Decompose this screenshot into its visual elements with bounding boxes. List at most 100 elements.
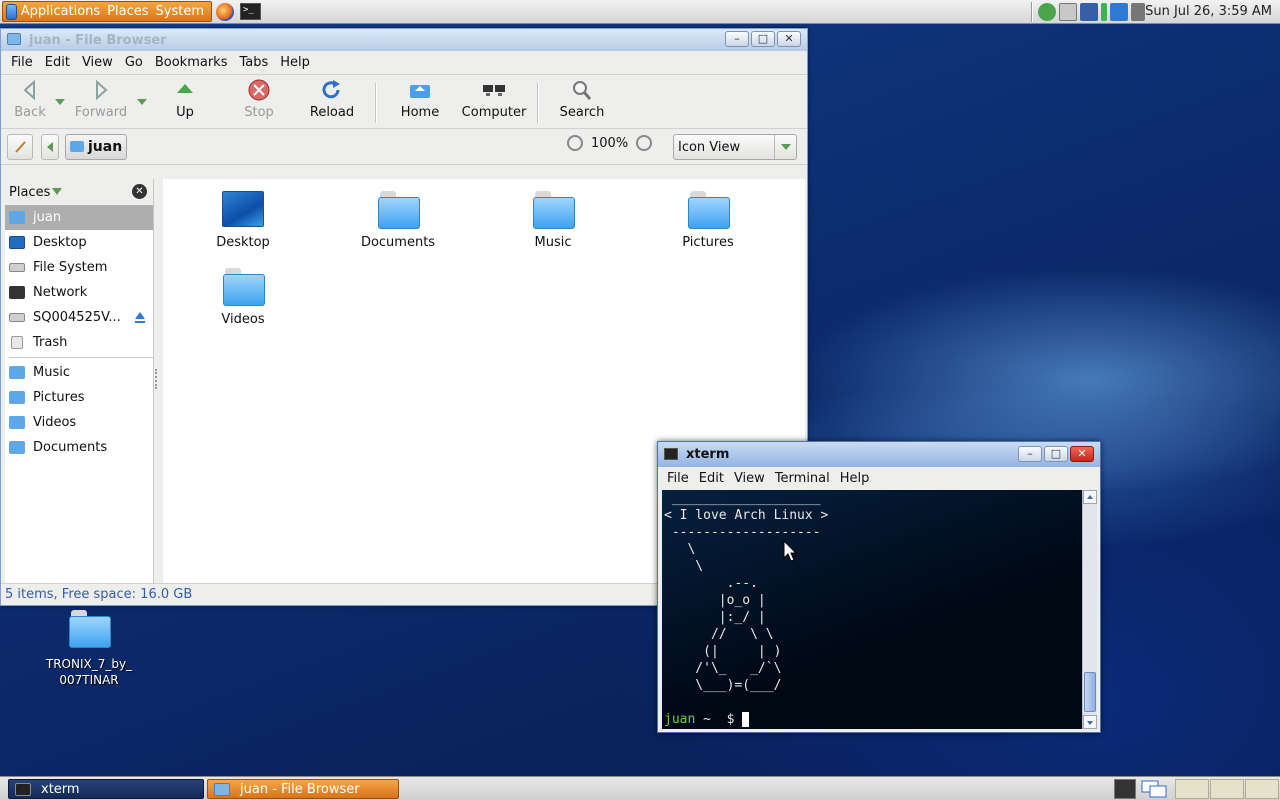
chevron-left-icon <box>47 141 53 152</box>
close-sidebar-icon[interactable]: ✕ <box>132 184 147 199</box>
applications-menu[interactable]: Applications <box>21 4 100 19</box>
zoom-in-icon[interactable] <box>636 135 653 151</box>
sidebar-header: Places ✕ <box>5 179 153 205</box>
file-item-music[interactable]: Music <box>493 191 613 250</box>
sidebar-item-pictures[interactable]: Pictures <box>5 385 153 410</box>
home-label: Home <box>400 105 440 120</box>
sidebar-title[interactable]: Places <box>9 185 50 200</box>
reload-button[interactable]: Reload <box>295 79 369 127</box>
menu-edit[interactable]: Edit <box>45 55 70 70</box>
menu-tabs[interactable]: Tabs <box>239 55 268 70</box>
terminal-output[interactable]: ___________________ < I love Arch Linux … <box>662 490 1084 729</box>
sidebar-item-documents[interactable]: Documents <box>5 435 153 460</box>
close-button[interactable]: ✕ <box>777 31 801 47</box>
stop-button[interactable]: Stop <box>223 79 295 127</box>
file-item-pictures[interactable]: Pictures <box>648 191 768 250</box>
file-item-videos[interactable]: Videos <box>183 268 303 327</box>
breadcrumb-juan[interactable]: juan <box>65 133 128 160</box>
volume-icon[interactable] <box>1131 3 1145 21</box>
sidebar-item-videos[interactable]: Videos <box>5 410 153 435</box>
forward-button[interactable]: Forward <box>65 79 137 127</box>
chevron-down-icon[interactable] <box>52 188 63 196</box>
menu-help[interactable]: Help <box>840 471 870 486</box>
view-mode-select[interactable]: Icon View <box>673 134 797 160</box>
workspace-3[interactable] <box>1245 779 1279 799</box>
network-status-icon[interactable] <box>1038 3 1056 21</box>
sidebar-item-trash[interactable]: Trash <box>5 330 153 355</box>
clock[interactable]: Sun Jul 26, 3:59 AM <box>1145 4 1272 19</box>
sidebar-item-juan[interactable]: juan <box>5 205 153 230</box>
menu-view[interactable]: View <box>734 471 765 486</box>
menu-file[interactable]: File <box>667 471 689 486</box>
menu-terminal[interactable]: Terminal <box>775 471 830 486</box>
computer-button[interactable]: Computer <box>457 79 531 127</box>
close-button[interactable]: ✕ <box>1070 446 1094 462</box>
home-button[interactable]: Home <box>383 79 457 127</box>
file-item-label: Music <box>534 235 572 250</box>
sidebar-item-label: Desktop <box>33 235 87 250</box>
battery-icon[interactable] <box>1101 3 1107 21</box>
minimize-button[interactable]: – <box>1018 446 1042 462</box>
workspace-1[interactable] <box>1175 779 1209 799</box>
menu-file[interactable]: File <box>11 55 33 70</box>
bottom-panel: xterm juan - File Browser <box>0 776 1280 800</box>
desktop-icon-tronix[interactable]: TRONIX_7_by_ 007TINAR <box>38 610 140 688</box>
zoom-level[interactable]: 100% <box>591 136 628 151</box>
places-menu[interactable]: Places <box>107 4 148 19</box>
show-desktop-icon[interactable] <box>1114 779 1136 799</box>
pane-resize-handle[interactable] <box>155 369 159 389</box>
sidebar-item-label: Network <box>33 285 88 300</box>
taskbar-item-file-browser[interactable]: juan - File Browser <box>207 779 399 799</box>
back-history-dropdown[interactable] <box>55 99 65 109</box>
workspace-2[interactable] <box>1210 779 1244 799</box>
menu-edit[interactable]: Edit <box>699 471 724 486</box>
minimize-button[interactable]: – <box>725 31 749 47</box>
sidebar-item-file-system[interactable]: File System <box>5 255 153 280</box>
window-list-icon[interactable] <box>1140 779 1170 799</box>
menu-help[interactable]: Help <box>280 55 310 70</box>
xterm-window: xterm – □ ✕ File Edit View Terminal Help… <box>657 441 1101 733</box>
sidebar-item-sq004525v[interactable]: SQ004525V... <box>5 305 153 330</box>
home-folder-icon <box>70 141 84 152</box>
file-item-desktop[interactable]: Desktop <box>183 191 303 250</box>
search-button[interactable]: Search <box>545 79 619 127</box>
trash-icon <box>11 336 23 349</box>
maximize-button[interactable]: □ <box>1044 446 1068 462</box>
folder-icon <box>214 782 230 796</box>
firefox-launcher-icon[interactable] <box>216 3 234 21</box>
display-icon[interactable] <box>1080 3 1098 21</box>
bluetooth-icon[interactable] <box>1110 3 1128 21</box>
xterm-titlebar[interactable]: xterm – □ ✕ <box>658 442 1100 467</box>
back-button[interactable]: Back <box>5 79 55 127</box>
sidebar-item-network[interactable]: Network <box>5 280 153 305</box>
sidebar-item-desktop[interactable]: Desktop <box>5 230 153 255</box>
up-button[interactable]: Up <box>147 79 223 127</box>
terminal-scrollbar[interactable] <box>1082 490 1097 729</box>
taskbar-item-xterm[interactable]: xterm <box>8 779 204 799</box>
zoom-out-icon[interactable] <box>567 135 583 151</box>
eject-icon[interactable] <box>135 312 145 323</box>
forward-history-dropdown[interactable] <box>137 99 147 109</box>
sidebar-item-music[interactable]: Music <box>5 360 153 385</box>
scroll-up-arrow-icon[interactable] <box>1083 490 1097 504</box>
scrollbar-thumb[interactable] <box>1084 672 1096 712</box>
reload-icon <box>320 79 344 101</box>
menu-view[interactable]: View <box>82 55 113 70</box>
system-menu[interactable]: System <box>156 4 204 19</box>
maximize-button[interactable]: □ <box>751 31 775 47</box>
search-icon <box>570 79 594 101</box>
file-browser-titlebar[interactable]: juan - File Browser – □ ✕ <box>1 29 807 51</box>
main-menu: Applications Places System <box>2 1 212 22</box>
terminal-launcher-icon[interactable]: >_ <box>240 3 261 20</box>
path-scroll-left-button[interactable] <box>41 133 59 160</box>
home-folder-icon <box>9 211 25 224</box>
scroll-down-arrow-icon[interactable] <box>1083 715 1097 729</box>
toggle-location-entry-button[interactable] <box>7 133 33 160</box>
forward-arrow-icon <box>89 79 113 101</box>
xterm-menubar: File Edit View Terminal Help <box>658 467 1100 489</box>
clipboard-icon[interactable] <box>1059 3 1077 21</box>
menu-bookmarks[interactable]: Bookmarks <box>155 55 228 70</box>
sidebar-item-label: Music <box>33 365 70 380</box>
file-item-documents[interactable]: Documents <box>338 191 458 250</box>
menu-go[interactable]: Go <box>125 55 143 70</box>
